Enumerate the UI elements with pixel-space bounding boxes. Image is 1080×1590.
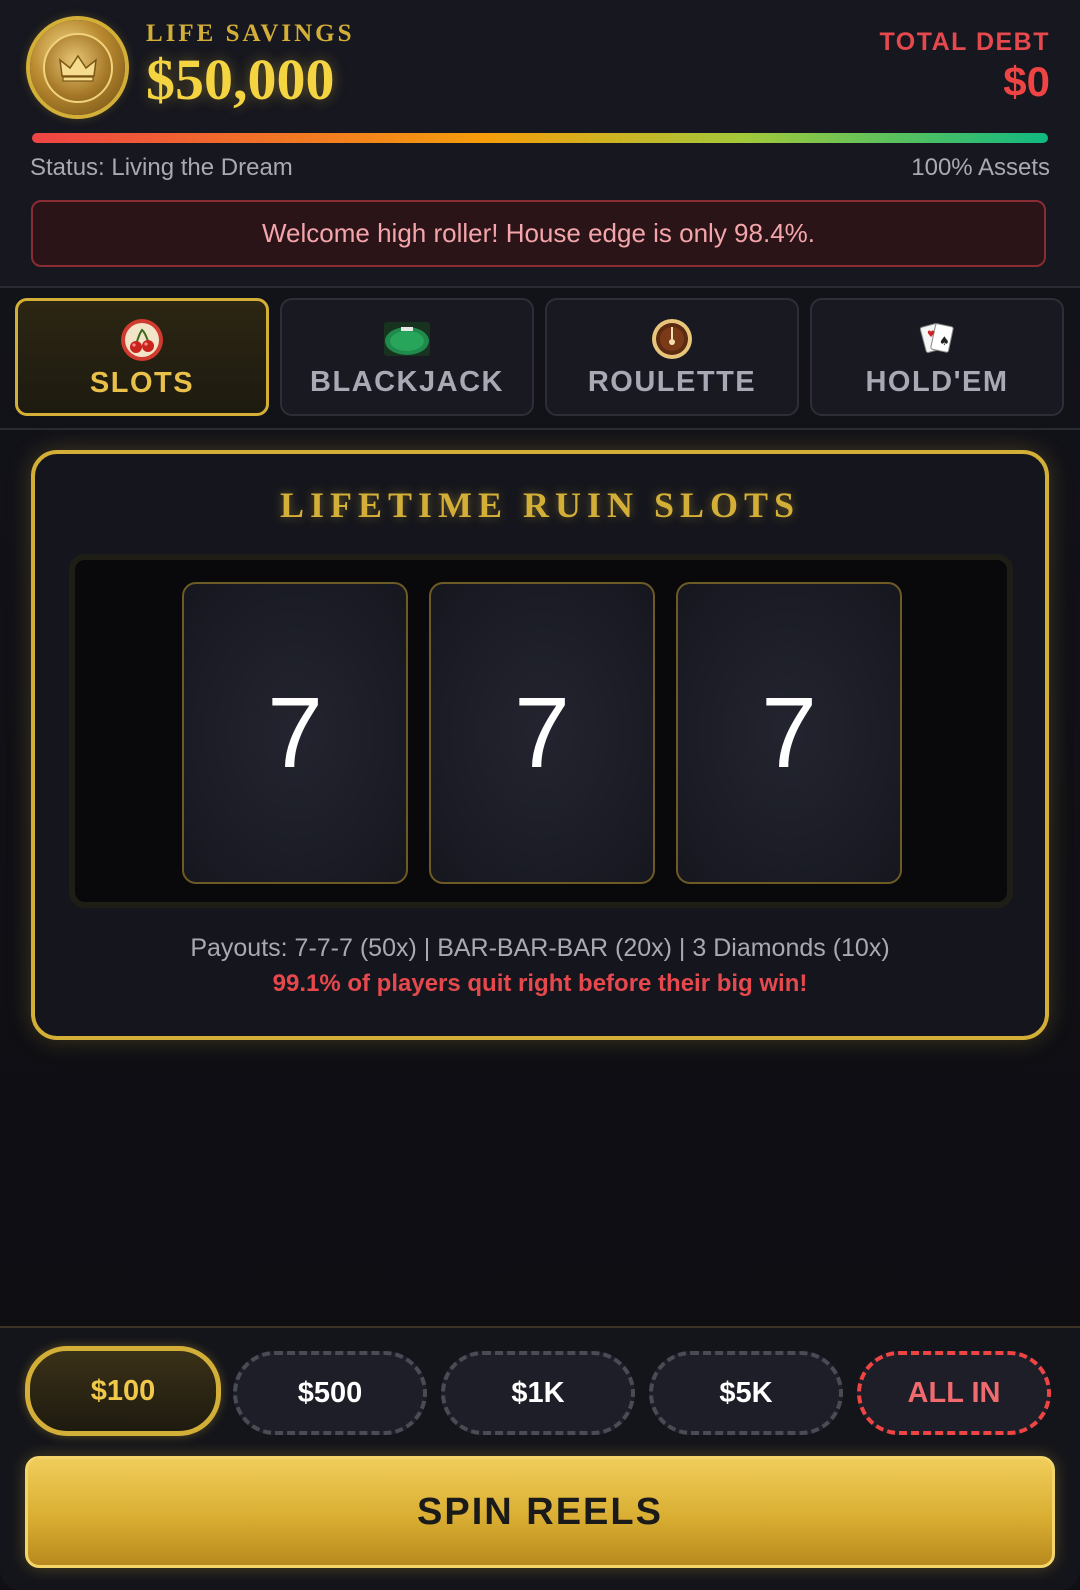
playing-cards-icon: ♠ ♥: [917, 316, 957, 362]
cherry-icon: [120, 317, 164, 363]
tab-holdem-label: HOLD'EM: [865, 366, 1009, 398]
bet-chip-100[interactable]: $100: [25, 1346, 221, 1436]
assets-progress-bar: [32, 133, 1048, 143]
bet-chip-all-in[interactable]: ALL IN: [857, 1351, 1051, 1435]
svg-text:♠: ♠: [939, 334, 950, 348]
reel-window: 7 7 7: [69, 554, 1013, 908]
tab-blackjack[interactable]: BLACKJACK: [280, 298, 534, 416]
tab-roulette-label: ROULETTE: [587, 366, 757, 398]
bet-chip-500[interactable]: $500: [233, 1351, 427, 1435]
life-savings-value: $50,000: [146, 47, 335, 112]
tab-blackjack-label: BLACKJACK: [310, 366, 504, 398]
casino-app: LIFE SAVINGS $50,000 TOTAL DEBT $0 Statu…: [0, 0, 1080, 1590]
tab-roulette[interactable]: ROULETTE: [545, 298, 799, 416]
reel-3: 7: [676, 582, 902, 884]
game-tabs: SLOTS BLACKJACK ROULETTE ♠ ♥ HOLD'EM: [0, 288, 1080, 430]
bet-chip-1k[interactable]: $1K: [441, 1351, 635, 1435]
status-text: Status: Living the Dream: [30, 154, 293, 181]
warning-text: 99.1% of players quit right before their…: [272, 970, 808, 997]
banner-message: Welcome high roller! House edge is only …: [261, 218, 816, 248]
tab-holdem[interactable]: ♠ ♥ HOLD'EM: [810, 298, 1064, 416]
payouts-info: Payouts: 7-7-7 (50x) | BAR-BAR-BAR (20x)…: [190, 934, 890, 962]
slot-title: LIFETIME RUIN SLOTS: [279, 485, 801, 525]
assets-percent: 100% Assets: [911, 154, 1050, 181]
roulette-wheel-icon: [651, 316, 693, 362]
betting-panel: $100 $500 $1K $5K ALL IN SPIN REELS: [0, 1326, 1080, 1590]
tab-slots[interactable]: SLOTS: [15, 298, 269, 416]
life-savings-label: LIFE SAVINGS: [146, 20, 355, 47]
spin-reels-button[interactable]: SPIN REELS: [25, 1456, 1055, 1568]
bet-chip-5k[interactable]: $5K: [649, 1351, 843, 1435]
slot-machine: LIFETIME RUIN SLOTS 7 7 7 Payouts: 7-7-7…: [31, 450, 1049, 1040]
tab-slots-label: SLOTS: [89, 367, 195, 399]
reel-2: 7: [429, 582, 655, 884]
reel-1: 7: [182, 582, 408, 884]
total-debt-value: $0: [1003, 58, 1050, 105]
crown-coin-icon: [30, 20, 125, 115]
welcome-banner: Welcome high roller! House edge is only …: [31, 200, 1046, 267]
card-table-icon: [383, 316, 431, 362]
total-debt-label: TOTAL DEBT: [879, 28, 1050, 56]
header: LIFE SAVINGS $50,000 TOTAL DEBT $0 Statu…: [0, 0, 1080, 288]
assets-progress-fill: [32, 133, 1048, 143]
svg-text:♥: ♥: [927, 330, 935, 340]
